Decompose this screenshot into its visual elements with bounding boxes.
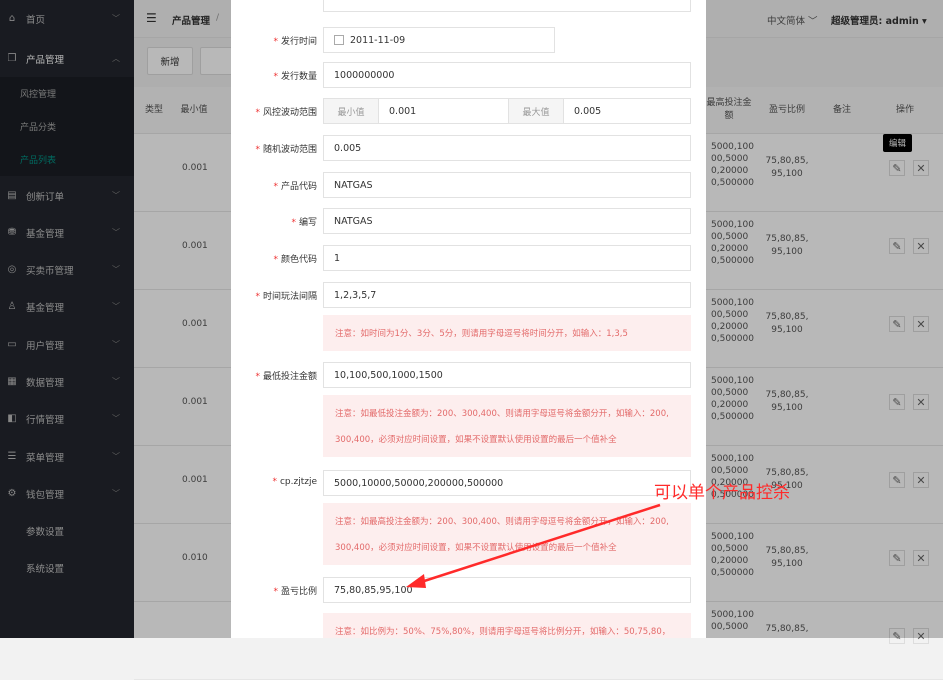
range-min-label: 最小值: [323, 98, 379, 124]
calendar-icon: [334, 35, 344, 45]
field-label: * 发行时间: [231, 34, 317, 47]
field-label: * 发行数量: [231, 69, 317, 82]
field-label-text: 颜色代码: [280, 255, 317, 265]
hint-note: 注意：如最高投注金额为：200、300,400、则请用字母逗号将金额分开，如输入…: [323, 503, 691, 565]
hint-line: 注意：如比例为：50%、75%,80%，则请用字母逗号将比例分开，如输入：50,…: [335, 627, 671, 637]
text-input[interactable]: 75,80,85,95,100: [323, 577, 691, 603]
field-label: * 时间玩法间隔: [231, 289, 317, 302]
required-mark: *: [255, 292, 260, 302]
required-mark: *: [273, 72, 278, 82]
hint-note: 注意：如比例为：50%、75%,80%，则请用字母逗号将比例分开，如输入：50,…: [323, 613, 691, 638]
required-mark: *: [255, 145, 260, 155]
field-label-text: 时间玩法间隔: [262, 292, 317, 302]
input-value: 75,80,85,95,100: [334, 584, 413, 596]
date-input[interactable]: 2011-11-09: [323, 27, 555, 53]
field-label: * 颜色代码: [231, 252, 317, 265]
field-label-text: 盈亏比例: [280, 587, 317, 597]
input-value: 0.001: [389, 105, 417, 117]
required-mark: *: [273, 587, 278, 597]
field-label-text: 最低投注金额: [262, 372, 317, 382]
text-input[interactable]: NATGAS: [323, 172, 691, 198]
field-label: * 盈亏比例: [231, 584, 317, 597]
text-input[interactable]: 5000,10000,50000,200000,500000: [323, 470, 691, 496]
hint-note: 注意：如时间为1分、3分、5分，则请用字母逗号将时间分开，如输入：1,3,5: [323, 315, 691, 351]
input-value: 0.005: [574, 105, 602, 117]
hint-line: 300,400，必须对应时间设置，如果不设置默认使用设置的最后一个值补全: [335, 543, 617, 553]
input-value: 0.005: [334, 142, 362, 154]
field-label-text: 编写: [298, 218, 317, 228]
field-label: * 产品代码: [231, 179, 317, 192]
hint-line: 300,400，必须对应时间设置，如果不设置默认使用设置的最后一个值补全: [335, 435, 617, 445]
required-mark: *: [255, 108, 260, 118]
required-mark: *: [272, 477, 277, 487]
text-input[interactable]: 1000000000: [323, 62, 691, 88]
field-label-text: 发行时间: [280, 37, 317, 47]
field-label: * 最低投注金额: [231, 369, 317, 382]
field-label-text: 产品代码: [280, 182, 317, 192]
text-input[interactable]: 0.005: [323, 135, 691, 161]
text-input[interactable]: NATGAS: [323, 208, 691, 234]
field-label-text: 发行数量: [280, 72, 317, 82]
hint-note: 注意：如最低投注金额为：200、300,400、则请用字母逗号将金额分开，如输入…: [323, 395, 691, 457]
input-value: 2011-11-09: [350, 34, 406, 46]
hint-line: 注意：如时间为1分、3分、5分，则请用字母逗号将时间分开，如输入：1,3,5: [335, 329, 628, 339]
required-mark: *: [255, 372, 260, 382]
field-label: * 随机波动范围: [231, 142, 317, 155]
required-mark: *: [273, 182, 278, 192]
required-mark: *: [273, 37, 278, 47]
field-label: * 风控波动范围: [231, 105, 317, 118]
input-value: 1000000000: [334, 69, 395, 81]
hint-line: 注意：如最低投注金额为：200、300,400、则请用字母逗号将金额分开，如输入…: [335, 409, 669, 419]
top-field-input[interactable]: [323, 0, 691, 12]
field-label-text: cp.zjtzje: [279, 477, 317, 487]
input-value: 1,2,3,5,7: [334, 289, 377, 301]
text-input[interactable]: 1: [323, 245, 691, 271]
field-label: * cp.zjtzje: [231, 477, 317, 487]
annotation-text: 可以单个产品控杀: [654, 483, 790, 503]
input-value: NATGAS: [334, 215, 373, 227]
input-value: 10,100,500,1000,1500: [334, 369, 443, 381]
product-edit-modal: * 发行时间 2011-11-09 * 发行数量 1000000000 * 随机波动范围 0.0…: [231, 0, 706, 638]
range-min-input[interactable]: 0.001: [378, 98, 509, 124]
input-value: NATGAS: [334, 179, 373, 191]
required-mark: *: [273, 255, 278, 265]
input-value: 5000,10000,50000,200000,500000: [334, 477, 504, 489]
text-input[interactable]: 1,2,3,5,7: [323, 282, 691, 308]
input-value: 1: [334, 252, 341, 264]
field-label: * 编写: [231, 215, 317, 228]
required-mark: *: [291, 218, 296, 228]
range-max-label: 最大值: [508, 98, 564, 124]
text-input[interactable]: 10,100,500,1000,1500: [323, 362, 691, 388]
field-label-text: 风控波动范围: [262, 108, 317, 118]
hint-line: 注意：如最高投注金额为：200、300,400、则请用字母逗号将金额分开，如输入…: [335, 517, 669, 527]
field-label-text: 随机波动范围: [262, 145, 317, 155]
range-max-input[interactable]: 0.005: [563, 98, 691, 124]
